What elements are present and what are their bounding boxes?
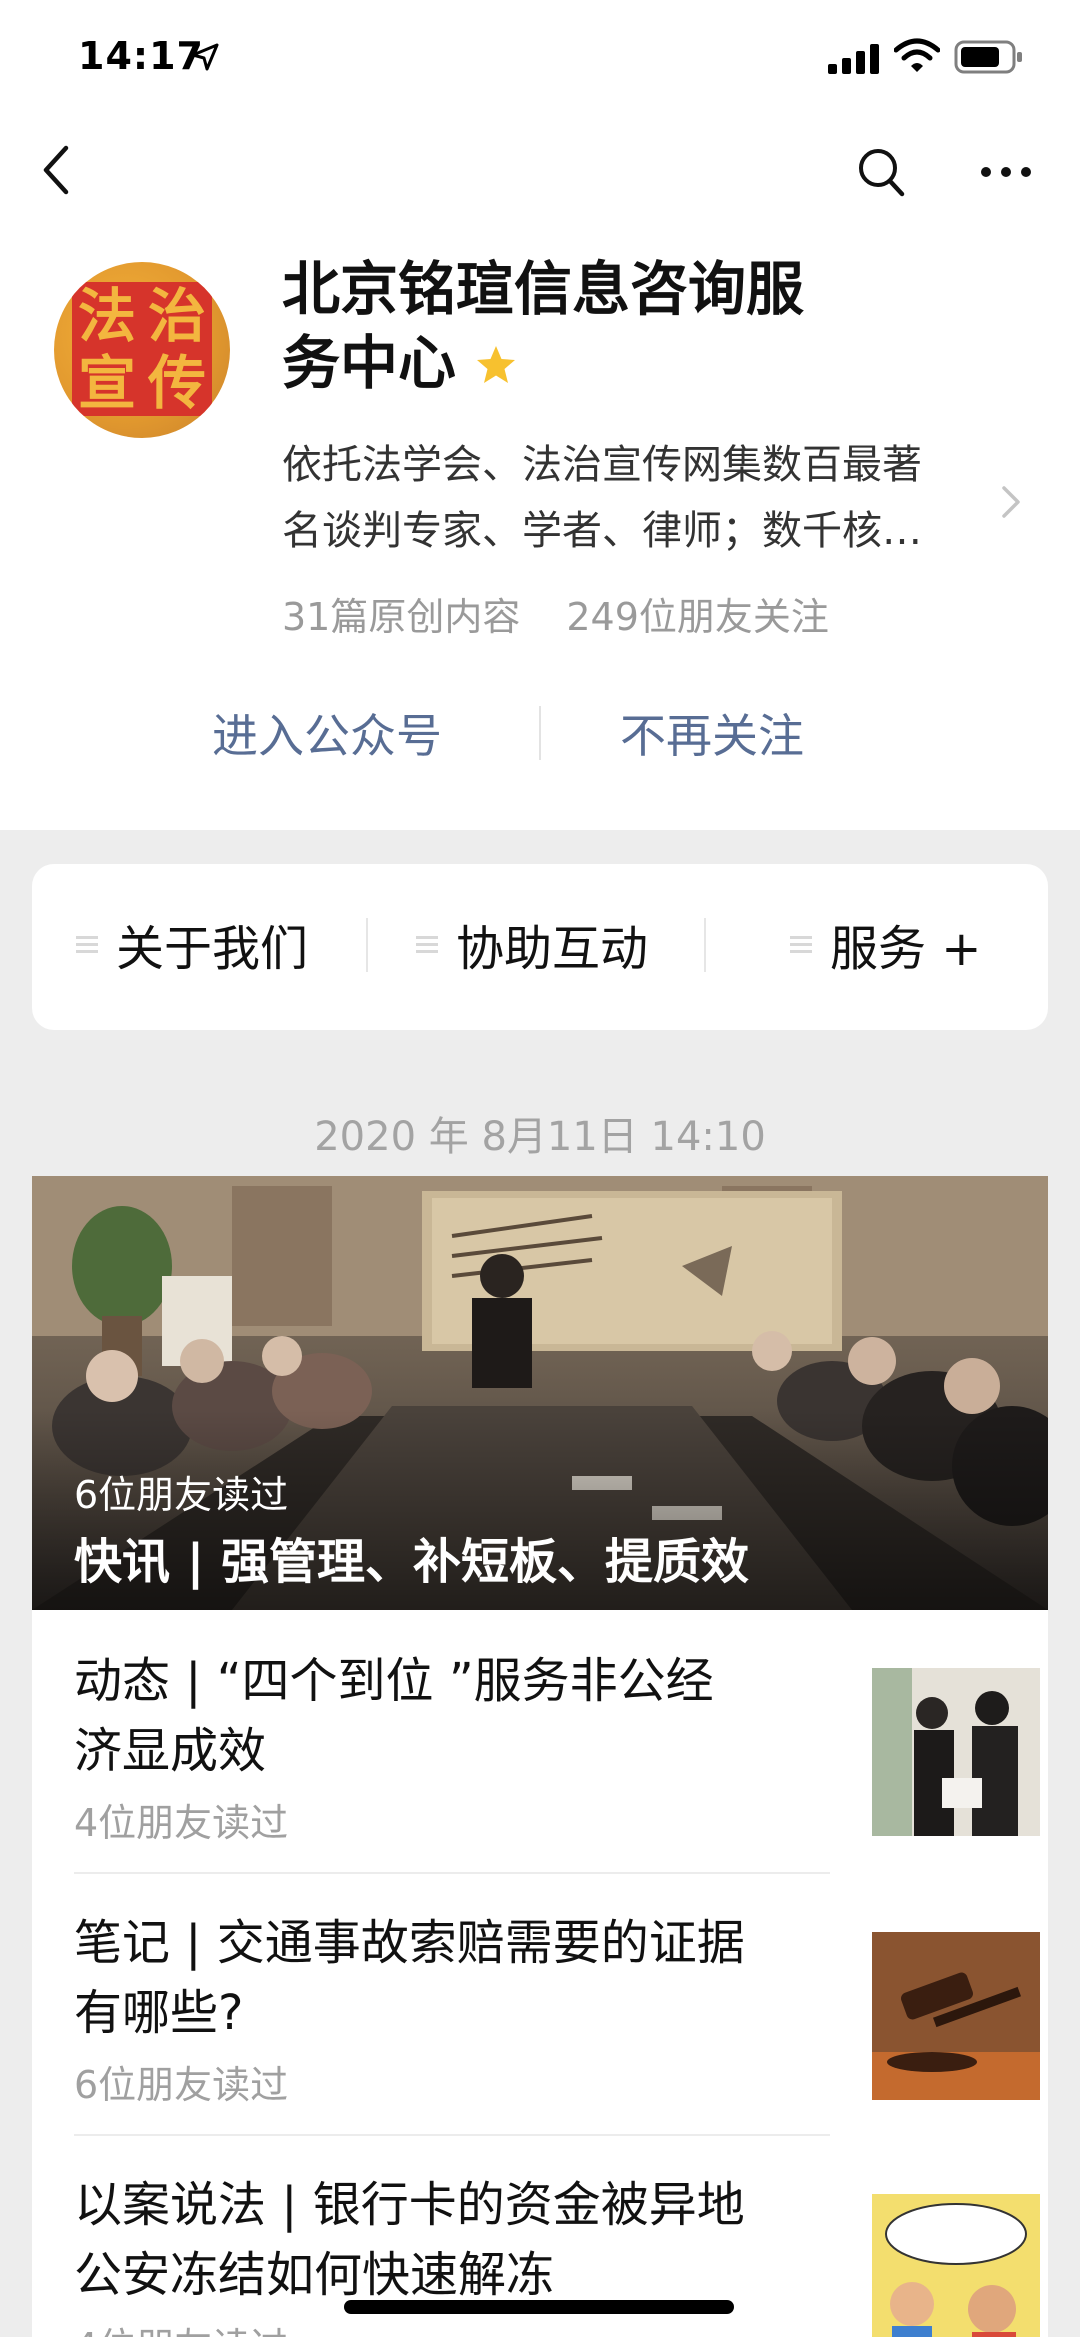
- menu-item-interaction[interactable]: 协助互动: [416, 914, 648, 977]
- status-time: 14:17: [78, 34, 204, 78]
- menu-item-label: 协助互动: [456, 921, 649, 977]
- menu-lines-icon: [790, 936, 812, 953]
- account-name-line-2: 务中心: [282, 326, 922, 400]
- post-date: 2020 年 8月11日 14:10: [314, 1114, 766, 1160]
- article-title-line: 笔记 | 交通事故索赔需要的证据: [74, 1915, 745, 1971]
- star-icon[interactable]: [474, 343, 518, 387]
- account-name-line: 北京铭瑄信息咨询服: [282, 255, 805, 323]
- divider: [74, 1872, 830, 1874]
- description-line: 名谈判专家、学者、律师；数千核…: [282, 508, 922, 554]
- account-stats: 31篇原创内容 249位朋友关注: [282, 586, 829, 641]
- article-reads: 6位朋友读过: [74, 2063, 289, 2107]
- cellular-signal-icon: [828, 44, 879, 74]
- cartoon-image: [872, 2194, 1040, 2337]
- location-arrow-icon: [191, 43, 219, 71]
- list-item[interactable]: 动态 | “四个到位 ”服务非公经 济显成效 4位朋友读过: [74, 1646, 1040, 1846]
- hero-reads: 6位朋友读过: [74, 1473, 289, 1517]
- menu-lines-icon: [76, 936, 98, 953]
- menu-item-label: 关于我们: [116, 921, 309, 977]
- thumbnail-image: [872, 1668, 1040, 1836]
- article-thumbnail: [872, 1932, 1040, 2100]
- article-title: 以案说法 | 银行卡的资金被异地 公安冻结如何快速解冻: [74, 2170, 804, 2310]
- battery-icon: [954, 40, 1022, 74]
- article-reads: 4位朋友读过: [74, 2316, 288, 2337]
- article-title-line: 济显成效: [74, 1723, 267, 1779]
- original-count: 31篇原创内容: [282, 595, 521, 639]
- enter-account-button[interactable]: 进入公众号: [212, 700, 442, 766]
- divider: [74, 2134, 830, 2136]
- account-description[interactable]: 依托法学会、法治宣传网集数百最著 名谈判专家、学者、律师；数千核…: [282, 432, 992, 564]
- chevron-right-icon[interactable]: [998, 482, 1024, 522]
- article-title: 动态 | “四个到位 ”服务非公经 济显成效: [74, 1646, 804, 1786]
- wifi-icon: [894, 38, 940, 72]
- avatar-char: 治: [147, 281, 206, 350]
- article-list: 动态 | “四个到位 ”服务非公经 济显成效 4位朋友读过 笔记 | 交通事故索…: [32, 1610, 1048, 2337]
- account-name-line: 务中心: [282, 329, 457, 397]
- avatar-char: 宣: [77, 348, 136, 417]
- avatar-char: 传: [147, 348, 206, 417]
- menu-item-services[interactable]: 服务 +: [790, 914, 981, 977]
- article-title-line: 动态 | “四个到位 ”服务非公经: [74, 1653, 714, 1709]
- account-name: 北京铭瑄信息咨询服 务中心: [282, 252, 922, 400]
- divider: [366, 918, 368, 972]
- menu-item-label: 服务 +: [830, 921, 982, 977]
- article-thumbnail: [872, 1668, 1040, 1836]
- followers-count: 249位朋友关注: [566, 595, 829, 639]
- article-reads: 4位朋友读过: [74, 1801, 289, 1845]
- list-item[interactable]: 笔记 | 交通事故索赔需要的证据 有哪些? 6位朋友读过: [74, 1908, 1040, 2108]
- more-icon[interactable]: [978, 160, 1034, 184]
- unfollow-button[interactable]: 不再关注: [620, 700, 804, 766]
- menu-lines-icon: [416, 936, 438, 953]
- search-icon[interactable]: [856, 146, 906, 198]
- article-thumbnail: [872, 2194, 1040, 2337]
- back-icon[interactable]: [36, 140, 76, 200]
- divider: [704, 918, 706, 972]
- article-title-line: 以案说法 | 银行卡的资金被异地: [74, 2177, 745, 2233]
- divider: [539, 706, 541, 760]
- hero-title: 快讯 | 强管理、补短板、提质效: [74, 1534, 749, 1590]
- article-title-line: 有哪些?: [74, 1985, 244, 2041]
- article-title: 笔记 | 交通事故索赔需要的证据 有哪些?: [74, 1908, 804, 2048]
- avatar-seal: 法 治 宣 传: [72, 282, 212, 416]
- menu-item-about[interactable]: 关于我们: [76, 914, 308, 977]
- hero-article[interactable]: 6位朋友读过 快讯 | 强管理、补短板、提质效: [32, 1176, 1048, 1610]
- avatar-char: 法: [77, 281, 136, 350]
- gavel-image: [872, 1932, 1040, 2100]
- avatar[interactable]: 法 治 宣 传: [54, 262, 230, 438]
- home-indicator[interactable]: [344, 2300, 734, 2314]
- description-line: 依托法学会、法治宣传网集数百最著: [282, 442, 922, 488]
- menu-bar: 关于我们 协助互动 服务 +: [32, 864, 1048, 1030]
